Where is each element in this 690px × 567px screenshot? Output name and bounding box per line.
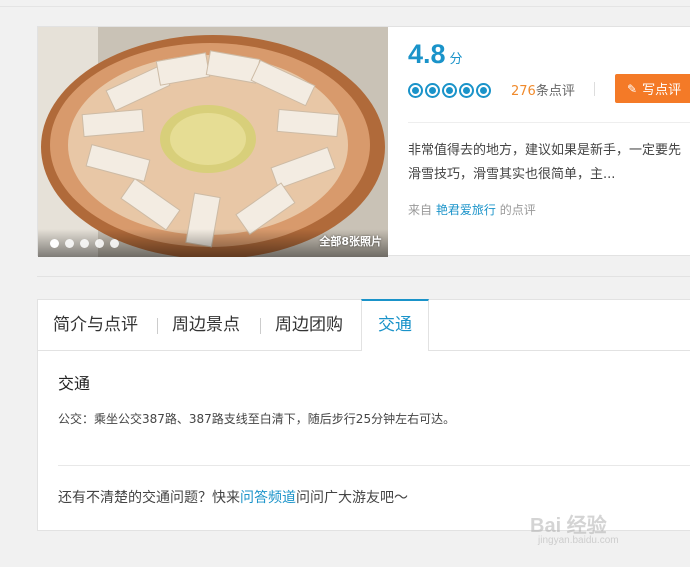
source-suffix: 的点评 (499, 203, 536, 217)
review-count-suffix: 条点评 (535, 84, 575, 99)
carousel-dots (50, 239, 119, 248)
star-icon (425, 83, 440, 98)
star-icon (408, 83, 423, 98)
write-review-label: 写点评 (642, 83, 682, 98)
tab-nearby-attractions[interactable]: 周边景点 (172, 300, 240, 351)
tab-transport[interactable]: 交通 (361, 299, 429, 351)
star-icon (476, 83, 491, 98)
review-line: 非常值得去的地方，建议如果是新手，一定要先 (408, 143, 682, 158)
baidu-jingyan-watermark: Bai 经验 jingyan.baidu.com (530, 495, 680, 555)
featured-review-text[interactable]: 非常值得去的地方，建议如果是新手，一定要先 滑雪技巧，滑雪其实也很简单，主... (408, 139, 690, 187)
watermark-url: jingyan.baidu.com (538, 535, 619, 546)
watermark-logo: Bai 经验 (530, 515, 607, 537)
carousel-dot[interactable] (50, 239, 59, 248)
divider (408, 122, 690, 123)
tab-separator (260, 318, 261, 334)
star-icon (459, 83, 474, 98)
carousel-dot[interactable] (80, 239, 89, 248)
qa-channel-link[interactable]: 问答频道 (240, 490, 296, 506)
carousel-dot[interactable] (95, 239, 104, 248)
review-source: 来自 艳君爱旅行 的点评 (408, 201, 536, 218)
section-title: 交通 (58, 374, 91, 393)
tab-intro-reviews[interactable]: 简介与点评 (53, 300, 138, 351)
divider (58, 465, 690, 466)
pencil-icon: ✎ (627, 81, 638, 96)
bus-directions: 公交：乘坐公交387路、387路支线至白清下，随后步行25分钟左右可达。 (58, 412, 456, 426)
write-review-button[interactable]: ✎ 写点评 (615, 74, 690, 103)
rating-panel: 4.8 分 276条点评 ✎ 写点评 非常值得去的地方，建议如果是新手，一定要先 … (408, 27, 690, 257)
source-prefix: 来自 (408, 203, 433, 217)
review-count-link[interactable]: 276条点评 (511, 80, 575, 99)
tab-separator (157, 318, 158, 334)
qa-prompt: 还有不清楚的交通问题？快来问答频道问问广大游友吧～ (58, 487, 408, 507)
score: 4.8 分 (408, 39, 463, 70)
star-rating (408, 83, 491, 98)
review-line: 滑雪技巧，滑雪其实也很简单，主... (408, 167, 616, 182)
review-count-number: 276 (511, 84, 536, 99)
qa-suffix: 问问广大游友吧～ (296, 490, 408, 506)
attraction-summary-card: 全部8张照片 4.8 分 276条点评 ✎ 写点评 非常值得去的地方，建议如果是新… (37, 26, 690, 257)
all-photos-link[interactable]: 全部8张照片 (319, 233, 382, 249)
tab-nearby-deals[interactable]: 周边团购 (275, 300, 343, 351)
carousel-dot[interactable] (65, 239, 74, 248)
carousel-dot[interactable] (110, 239, 119, 248)
star-icon (442, 83, 457, 98)
score-value: 4.8 (408, 39, 446, 69)
tab-bar: 简介与点评 周边景点 周边团购 交通 (38, 299, 690, 351)
top-divider (0, 6, 690, 7)
separator (594, 82, 595, 96)
gallery-photo (38, 27, 388, 257)
photo-gallery[interactable]: 全部8张照片 (38, 27, 388, 257)
score-unit: 分 (449, 52, 463, 67)
qa-prefix: 还有不清楚的交通问题？快来 (58, 490, 240, 506)
section-divider (37, 276, 690, 277)
review-author-link[interactable]: 艳君爱旅行 (436, 203, 496, 217)
